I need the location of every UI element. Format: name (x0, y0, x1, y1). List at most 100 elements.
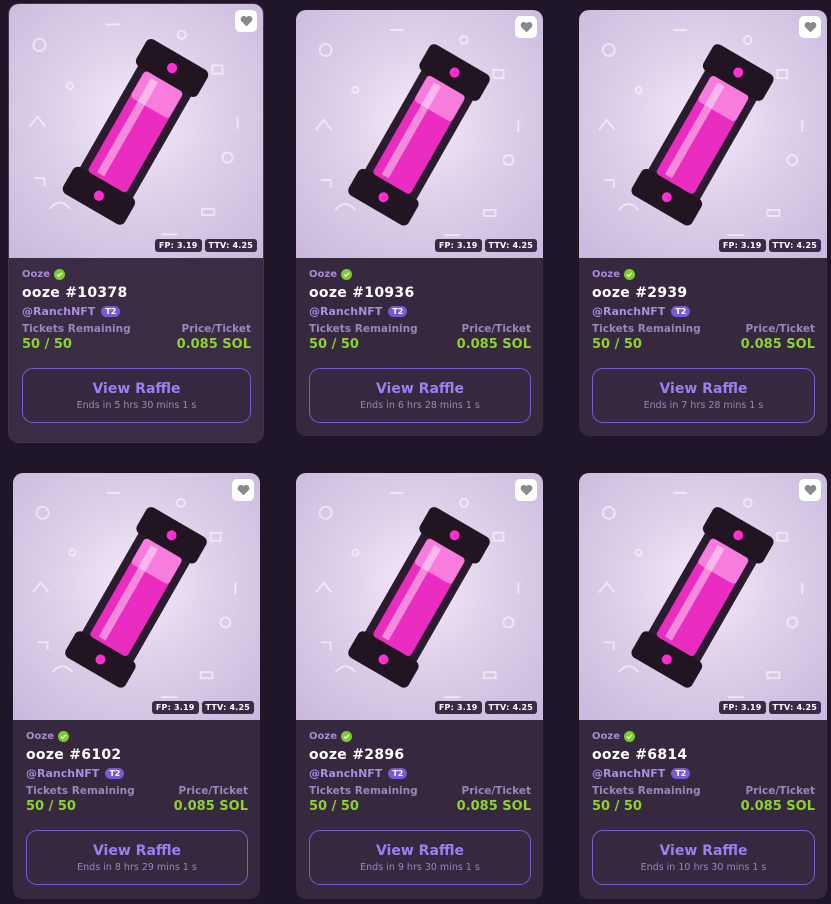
collection-row[interactable]: Ooze (309, 731, 531, 742)
creator-link[interactable]: @RanchNFT (26, 767, 99, 780)
tickets-value: 50 / 50 (309, 337, 359, 352)
nft-title: ooze #6102 (26, 747, 122, 763)
view-raffle-label: View Raffle (659, 380, 748, 397)
price-value: 0.085 SOL (173, 799, 248, 814)
verified-icon (57, 731, 69, 742)
raffle-card[interactable]: FP: 3.19 TTV: 4.25 Ooze ooze #2939 @Ranc… (579, 10, 827, 436)
favorite-button[interactable] (515, 16, 537, 38)
ttv-badge: TTV: 4.25 (484, 239, 537, 252)
favorite-button[interactable] (235, 10, 257, 32)
view-raffle-button[interactable]: View Raffle Ends in 7 hrs 28 mins 1 s (592, 368, 815, 423)
tickets-value: 50 / 50 (22, 337, 72, 352)
nft-title: ooze #10936 (309, 285, 415, 301)
collection-row[interactable]: Ooze (22, 269, 251, 280)
heart-icon (520, 21, 532, 33)
nft-image[interactable]: FP: 3.19 TTV: 4.25 (296, 10, 543, 258)
view-raffle-label: View Raffle (659, 842, 748, 859)
stats-badges: FP: 3.19 TTV: 4.25 (154, 239, 257, 252)
tier-badge: T2 (105, 768, 125, 779)
price-label: Price/Ticket (461, 323, 531, 335)
creator-row: @RanchNFT T2 (309, 305, 531, 318)
price-value: 0.085 SOL (740, 799, 815, 814)
price-label: Price/Ticket (745, 785, 815, 797)
nft-image[interactable]: FP: 3.19 TTV: 4.25 (579, 10, 827, 258)
collection-row[interactable]: Ooze (592, 731, 815, 742)
nft-title: ooze #2896 (309, 747, 405, 763)
raffle-stats: Tickets Remaining 50 / 50 Price/Ticket 0… (592, 785, 815, 814)
card-info: Ooze ooze #2896 @RanchNFT T2 Tickets Rem… (296, 720, 543, 885)
favorite-button[interactable] (799, 479, 821, 501)
card-info: Ooze ooze #6102 @RanchNFT T2 Tickets Rem… (13, 720, 260, 885)
tickets-label: Tickets Remaining (592, 323, 701, 335)
raffle-card[interactable]: FP: 3.19 TTV: 4.25 Ooze ooze #6102 @Ranc… (13, 473, 260, 899)
view-raffle-button[interactable]: View Raffle Ends in 5 hrs 30 mins 1 s (22, 368, 251, 423)
nft-image[interactable]: FP: 3.19 TTV: 4.25 (9, 4, 263, 258)
heart-icon (520, 484, 532, 496)
floor-price-badge: FP: 3.19 (718, 701, 766, 714)
raffle-card[interactable]: FP: 3.19 TTV: 4.25 Ooze ooze #10378 @Ran… (9, 4, 263, 442)
collection-name: Ooze (592, 269, 620, 280)
creator-link[interactable]: @RanchNFT (592, 767, 665, 780)
view-raffle-label: View Raffle (92, 842, 182, 859)
price-value: 0.085 SOL (456, 337, 531, 352)
price-value: 0.085 SOL (740, 337, 815, 352)
favorite-button[interactable] (232, 479, 254, 501)
collection-row[interactable]: Ooze (26, 731, 248, 742)
heart-icon (804, 484, 816, 496)
nft-image[interactable]: FP: 3.19 TTV: 4.25 (296, 473, 543, 720)
creator-row: @RanchNFT T2 (592, 305, 815, 318)
tickets-value: 50 / 50 (592, 799, 642, 814)
creator-row: @RanchNFT T2 (22, 305, 251, 318)
collection-row[interactable]: Ooze (309, 269, 531, 280)
favorite-button[interactable] (515, 479, 537, 501)
ooze-canister-image (314, 491, 520, 699)
nft-image[interactable]: FP: 3.19 TTV: 4.25 (579, 473, 827, 720)
nft-title: ooze #2939 (592, 285, 688, 301)
price-label: Price/Ticket (461, 785, 531, 797)
price-label: Price/Ticket (745, 323, 815, 335)
nft-title: ooze #6814 (592, 747, 688, 763)
view-raffle-button[interactable]: View Raffle Ends in 10 hrs 30 mins 1 s (592, 830, 815, 885)
tickets-label: Tickets Remaining (592, 785, 701, 797)
raffle-card[interactable]: FP: 3.19 TTV: 4.25 Ooze ooze #10936 @Ran… (296, 10, 543, 436)
heart-icon (240, 15, 252, 27)
floor-price-badge: FP: 3.19 (154, 239, 202, 252)
nft-image[interactable]: FP: 3.19 TTV: 4.25 (13, 473, 260, 720)
tickets-label: Tickets Remaining (309, 785, 418, 797)
ttv-badge: TTV: 4.25 (768, 239, 821, 252)
price-label: Price/Ticket (181, 323, 251, 335)
creator-link[interactable]: @RanchNFT (309, 305, 382, 318)
favorite-button[interactable] (799, 16, 821, 38)
tier-badge: T2 (388, 306, 408, 317)
collection-name: Ooze (592, 731, 620, 742)
view-raffle-label: View Raffle (375, 842, 465, 859)
creator-link[interactable]: @RanchNFT (592, 305, 665, 318)
view-raffle-button[interactable]: View Raffle Ends in 9 hrs 30 mins 1 s (309, 830, 531, 885)
stats-badges: FP: 3.19 TTV: 4.25 (151, 701, 254, 714)
view-raffle-button[interactable]: View Raffle Ends in 6 hrs 28 mins 1 s (309, 368, 531, 423)
ends-in-countdown: Ends in 5 hrs 30 mins 1 s (76, 399, 197, 411)
ends-in-countdown: Ends in 10 hrs 30 mins 1 s (640, 861, 767, 873)
creator-row: @RanchNFT T2 (592, 767, 815, 780)
tier-badge: T2 (671, 306, 691, 317)
ends-in-countdown: Ends in 6 hrs 28 mins 1 s (360, 399, 480, 411)
ooze-canister-image (598, 29, 804, 236)
tickets-value: 50 / 50 (26, 799, 76, 814)
tickets-label: Tickets Remaining (26, 785, 135, 797)
ends-in-countdown: Ends in 9 hrs 30 mins 1 s (360, 861, 480, 873)
stats-badges: FP: 3.19 TTV: 4.25 (434, 701, 537, 714)
creator-link[interactable]: @RanchNFT (22, 305, 95, 318)
ooze-canister-image (314, 29, 520, 236)
raffle-stats: Tickets Remaining 50 / 50 Price/Ticket 0… (309, 323, 531, 352)
view-raffle-button[interactable]: View Raffle Ends in 8 hrs 29 mins 1 s (26, 830, 248, 885)
tickets-value: 50 / 50 (309, 799, 359, 814)
verified-icon (340, 269, 352, 280)
tier-badge: T2 (671, 768, 691, 779)
card-info: Ooze ooze #2939 @RanchNFT T2 Tickets Rem… (579, 258, 827, 423)
creator-link[interactable]: @RanchNFT (309, 767, 382, 780)
raffle-card[interactable]: FP: 3.19 TTV: 4.25 Ooze ooze #6814 @Ranc… (579, 473, 827, 899)
collection-row[interactable]: Ooze (592, 269, 815, 280)
raffle-card[interactable]: FP: 3.19 TTV: 4.25 Ooze ooze #2896 @Ranc… (296, 473, 543, 899)
tickets-value: 50 / 50 (592, 337, 642, 352)
tickets-label: Tickets Remaining (22, 323, 131, 335)
